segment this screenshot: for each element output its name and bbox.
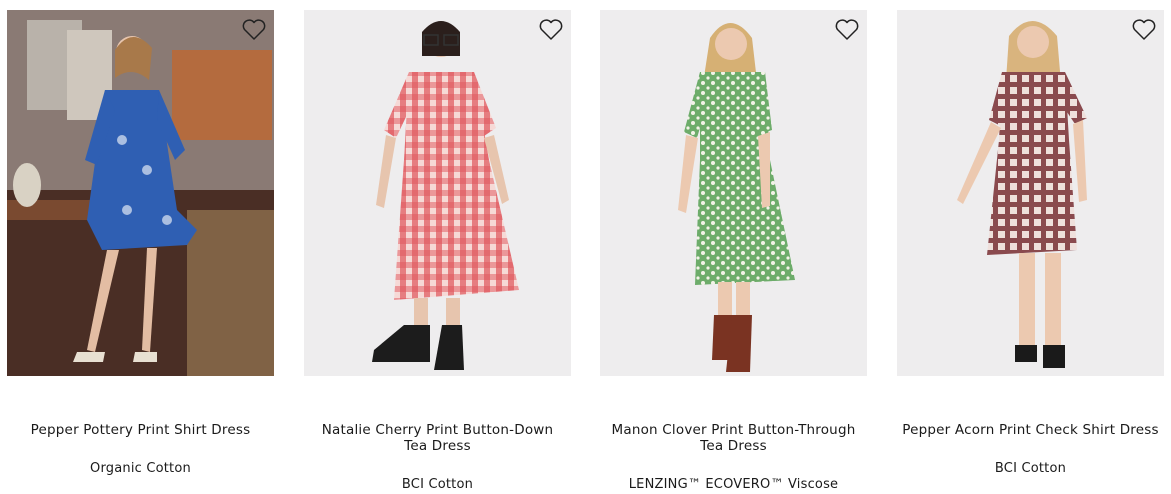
product-card[interactable]: Natalie Cherry Print Button-Down Tea Dre… xyxy=(304,10,571,493)
product-photo-studio xyxy=(304,10,571,376)
product-image[interactable] xyxy=(304,10,571,376)
product-photo-studio xyxy=(897,10,1164,376)
product-title[interactable]: Pepper Pottery Print Shirt Dress xyxy=(7,422,274,438)
wishlist-heart-icon[interactable] xyxy=(1131,17,1157,43)
product-title[interactable]: Natalie Cherry Print Button-Down Tea Dre… xyxy=(304,422,571,454)
product-title[interactable]: Manon Clover Print Button-Through Tea Dr… xyxy=(600,422,867,454)
product-card[interactable]: Manon Clover Print Button-Through Tea Dr… xyxy=(600,10,867,493)
wishlist-heart-icon[interactable] xyxy=(538,17,564,43)
product-card[interactable]: Pepper Pottery Print Shirt Dress Organic… xyxy=(7,10,274,477)
product-title[interactable]: Pepper Acorn Print Check Shirt Dress xyxy=(897,422,1164,438)
wishlist-heart-icon[interactable] xyxy=(241,17,267,43)
product-grid: Pepper Pottery Print Shirt Dress Organic… xyxy=(0,0,1171,494)
product-image[interactable] xyxy=(7,10,274,376)
wishlist-heart-icon[interactable] xyxy=(834,17,860,43)
product-card[interactable]: Pepper Acorn Print Check Shirt Dress BCI… xyxy=(897,10,1164,477)
product-photo-kitchen xyxy=(7,10,274,376)
product-image[interactable] xyxy=(600,10,867,376)
product-material: Organic Cotton xyxy=(90,461,191,476)
product-material: LENZING™ ECOVERO™ Viscose xyxy=(628,477,839,492)
product-photo-studio xyxy=(600,10,867,376)
product-material: BCI Cotton xyxy=(401,477,474,492)
product-image[interactable] xyxy=(897,10,1164,376)
product-material: BCI Cotton xyxy=(994,461,1067,476)
